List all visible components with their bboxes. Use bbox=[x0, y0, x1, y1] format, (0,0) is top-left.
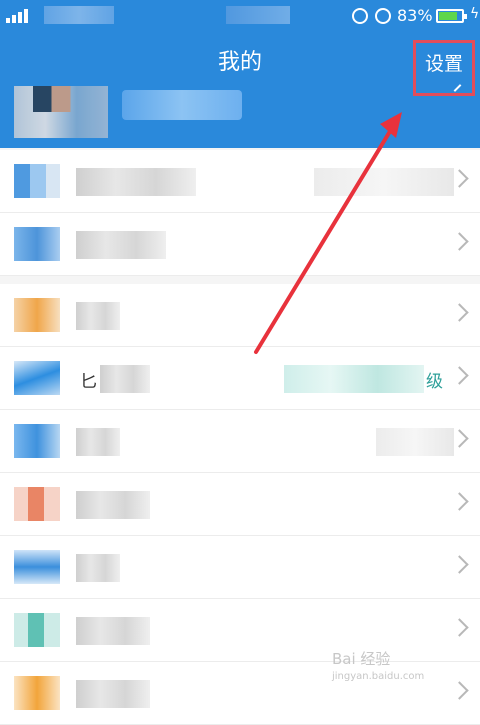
page-title: 我的 bbox=[217, 50, 262, 75]
avatar[interactable] bbox=[14, 86, 108, 138]
app-icon-6 bbox=[14, 487, 60, 521]
list-item-label bbox=[76, 680, 150, 708]
lock-rotation-icon bbox=[352, 8, 368, 24]
chevron-right-icon bbox=[450, 232, 469, 251]
list-item[interactable]: 匕 级 bbox=[0, 347, 480, 410]
edit-icon bbox=[453, 84, 462, 92]
app-icon-7 bbox=[14, 550, 60, 584]
chevron-right-icon bbox=[450, 303, 469, 322]
list-item-label bbox=[76, 231, 166, 259]
list-item-label bbox=[76, 168, 196, 196]
list-item-value: 级 bbox=[426, 372, 443, 392]
clock bbox=[226, 6, 290, 24]
chevron-right-icon bbox=[450, 618, 469, 637]
list-item-value-blur bbox=[284, 365, 424, 393]
app-icon-2 bbox=[14, 227, 60, 261]
chevron-right-icon bbox=[450, 555, 469, 574]
charging-icon: ϟ bbox=[470, 6, 480, 22]
app-icon-8 bbox=[14, 613, 60, 647]
menu-group-1 bbox=[0, 150, 480, 276]
list-item-label bbox=[76, 617, 150, 645]
list-item-label bbox=[76, 302, 120, 330]
list-item-label bbox=[76, 554, 120, 582]
battery-percent: 83% bbox=[397, 6, 433, 25]
battery-fill bbox=[439, 12, 457, 20]
settings-label: 设置 bbox=[424, 53, 463, 75]
list-item[interactable] bbox=[0, 150, 480, 213]
chevron-right-icon bbox=[450, 492, 469, 511]
list-item[interactable] bbox=[0, 410, 480, 473]
app-icon-1 bbox=[14, 164, 60, 198]
chevron-right-icon bbox=[450, 366, 469, 385]
app-icon-5 bbox=[14, 424, 60, 458]
watermark-text: Bai 经验 bbox=[332, 650, 391, 668]
battery-icon bbox=[436, 9, 467, 23]
list-item-label bbox=[76, 491, 150, 519]
signal-icon bbox=[6, 9, 36, 23]
list-item-label-blur bbox=[100, 365, 150, 393]
app-icon-3 bbox=[14, 298, 60, 332]
profile-header: 我的 设置 bbox=[0, 30, 480, 148]
alarm-icon bbox=[375, 8, 391, 24]
app-icon-4 bbox=[14, 361, 60, 395]
settings-button[interactable]: 设置 bbox=[413, 40, 475, 96]
carrier-name bbox=[44, 6, 114, 24]
list-item-value bbox=[376, 428, 454, 456]
list-item[interactable] bbox=[0, 473, 480, 536]
app-icon-9 bbox=[14, 676, 60, 710]
status-bar: 83% ϟ bbox=[0, 0, 480, 30]
list-item-label: 匕 bbox=[80, 372, 97, 392]
list-item-value bbox=[314, 168, 454, 196]
list-item[interactable] bbox=[0, 536, 480, 599]
list-item-label bbox=[76, 428, 120, 456]
username[interactable] bbox=[122, 90, 242, 120]
list-item[interactable] bbox=[0, 213, 480, 276]
list-item[interactable] bbox=[0, 284, 480, 347]
watermark-url: jingyan.baidu.com bbox=[332, 671, 425, 682]
watermark: Bai 经验 jingyan.baidu.com bbox=[332, 648, 472, 698]
